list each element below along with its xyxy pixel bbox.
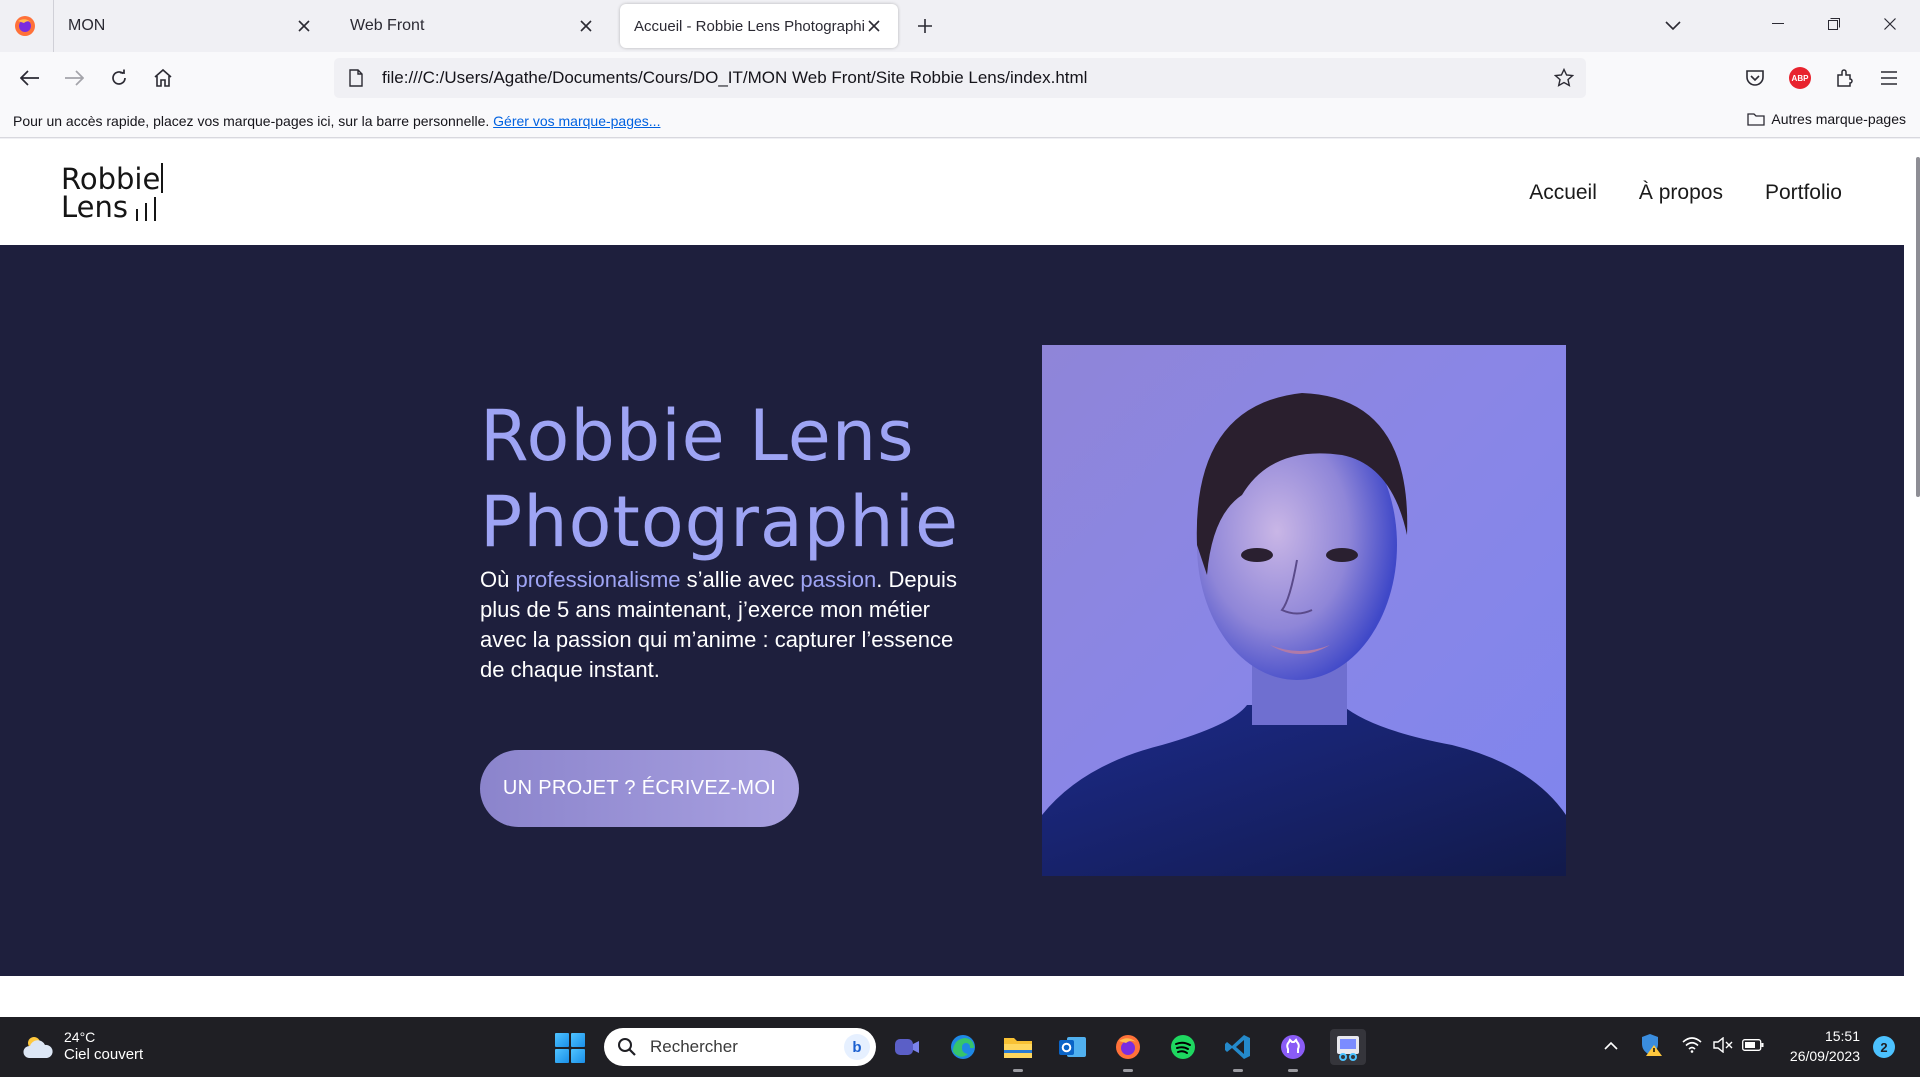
browser-navigation-bar: ABP	[0, 52, 1920, 104]
edge-icon[interactable]	[945, 1029, 981, 1065]
contact-cta-button[interactable]: UN PROJET ? ÉCRIVEZ-MOI	[480, 750, 799, 827]
weather-widget[interactable]: 24°C Ciel couvert	[22, 1029, 143, 1064]
taskbar-search-box[interactable]: Rechercher b	[604, 1028, 876, 1066]
hero-text-accent-professionalisme: professionalisme	[515, 567, 681, 592]
browser-tab-strip: MON Web Front Accueil - Robbie Lens Phot…	[0, 0, 1920, 52]
manage-bookmarks-link[interactable]: Gérer vos marque-pages...	[493, 113, 660, 129]
file-explorer-icon[interactable]	[1000, 1029, 1036, 1072]
logo-line2: Lens	[61, 190, 128, 224]
site-header: Robbie Lens Accueil À propos Portfolio	[0, 139, 1904, 245]
firefox-icon[interactable]	[1110, 1029, 1146, 1072]
close-tab-icon[interactable]	[576, 16, 596, 36]
taskbar-clock[interactable]: 15:51 26/09/2023	[1774, 1026, 1860, 1066]
nav-link-a-propos[interactable]: À propos	[1639, 181, 1723, 205]
security-warning-icon[interactable]	[1640, 1033, 1664, 1057]
logo-line1: Robbie	[61, 162, 161, 196]
clock-time: 15:51	[1824, 1028, 1860, 1044]
notification-badge[interactable]: 2	[1873, 1036, 1895, 1058]
weather-temperature: 24°C	[64, 1029, 96, 1045]
tab-title: MON	[68, 17, 106, 34]
tab-accueil[interactable]: Accueil - Robbie Lens Photographie	[620, 4, 898, 48]
search-icon	[616, 1036, 638, 1058]
tab-title: Web Front	[350, 17, 425, 34]
bookmark-star-icon[interactable]	[1552, 66, 1576, 90]
hero-text-accent-passion: passion	[800, 567, 877, 592]
outlook-icon[interactable]	[1055, 1029, 1091, 1065]
site-logo[interactable]: Robbie Lens	[61, 162, 164, 224]
wifi-icon[interactable]	[1680, 1033, 1704, 1057]
spotify-icon[interactable]	[1165, 1029, 1201, 1065]
close-tab-icon[interactable]	[864, 16, 884, 36]
cloud-sun-icon	[23, 1036, 53, 1058]
page-icon[interactable]	[344, 66, 368, 90]
adblock-plus-icon[interactable]: ABP	[1784, 62, 1816, 94]
bookmarks-toolbar: Pour un accès rapide, placez vos marque-…	[0, 104, 1920, 138]
folder-icon	[1747, 113, 1766, 126]
tab-web-front[interactable]: Web Front	[336, 4, 610, 48]
reload-icon[interactable]	[103, 62, 135, 94]
web-page-content: Robbie Lens Accueil À propos Portfolio R…	[0, 139, 1920, 1017]
battery-icon[interactable]	[1741, 1033, 1765, 1057]
new-tab-button[interactable]	[912, 13, 938, 39]
volume-muted-icon[interactable]	[1711, 1033, 1735, 1057]
list-all-tabs-chevron-down-icon[interactable]	[1660, 14, 1686, 38]
hero-title-line1: Robbie Lens	[480, 395, 915, 477]
portrait-photo	[1042, 345, 1566, 876]
hero-section: Robbie Lens Photographie Où professional…	[0, 245, 1904, 976]
logo-cursor	[161, 163, 164, 193]
pocket-icon[interactable]	[1739, 62, 1771, 94]
hero-title-line2: Photographie	[480, 481, 960, 563]
other-bookmarks-button[interactable]: Autres marque-pages	[1747, 111, 1906, 127]
hero-description: Où professionalisme s’allie avec passion…	[480, 565, 980, 685]
hero-text-part2: s’allie avec	[680, 567, 801, 592]
page-scrollbar-thumb[interactable]	[1916, 157, 1920, 497]
clock-date: 26/09/2023	[1789, 1048, 1860, 1064]
url-input[interactable]	[382, 68, 1522, 88]
logo-bars-decoration	[135, 197, 156, 221]
menu-hamburger-icon[interactable]	[1873, 62, 1905, 94]
close-tab-icon[interactable]	[294, 16, 314, 36]
minimize-button[interactable]	[1750, 0, 1806, 48]
extensions-icon[interactable]	[1828, 62, 1860, 94]
nav-link-accueil[interactable]: Accueil	[1529, 181, 1597, 205]
tab-title: Accueil - Robbie Lens Photographie	[634, 17, 864, 35]
back-button[interactable]	[14, 62, 46, 94]
search-placeholder: Rechercher	[650, 1037, 738, 1056]
address-bar[interactable]	[334, 58, 1586, 98]
hero-text-part1: Où	[480, 567, 516, 592]
weather-condition: Ciel couvert	[64, 1046, 144, 1063]
github-desktop-icon[interactable]	[1275, 1029, 1311, 1072]
windows-taskbar: 24°C Ciel couvert Rechercher b 15:51 26/…	[0, 1017, 1920, 1077]
show-hidden-icons-chevron-up-icon[interactable]	[1599, 1033, 1623, 1057]
restore-button[interactable]	[1806, 0, 1862, 48]
home-icon[interactable]	[147, 62, 179, 94]
firefox-view-icon[interactable]	[14, 15, 36, 37]
nav-link-portfolio[interactable]: Portfolio	[1765, 181, 1842, 205]
vscode-icon[interactable]	[1220, 1029, 1256, 1072]
other-bookmarks-label: Autres marque-pages	[1771, 111, 1906, 127]
bookmarks-hint-text: Pour un accès rapide, placez vos marque-…	[13, 113, 490, 129]
close-window-button[interactable]	[1862, 0, 1918, 48]
site-navigation: Accueil À propos Portfolio	[1529, 181, 1842, 205]
hero-title: Robbie Lens Photographie	[480, 393, 959, 565]
windows-start-icon[interactable]	[555, 1033, 585, 1063]
tab-mon[interactable]: MON	[54, 4, 328, 48]
teams-icon[interactable]	[889, 1029, 925, 1065]
forward-button[interactable]	[58, 62, 90, 94]
bing-icon[interactable]: b	[844, 1034, 870, 1060]
snipping-tool-icon[interactable]	[1330, 1029, 1366, 1065]
bookmarks-hint: Pour un accès rapide, placez vos marque-…	[13, 113, 660, 129]
